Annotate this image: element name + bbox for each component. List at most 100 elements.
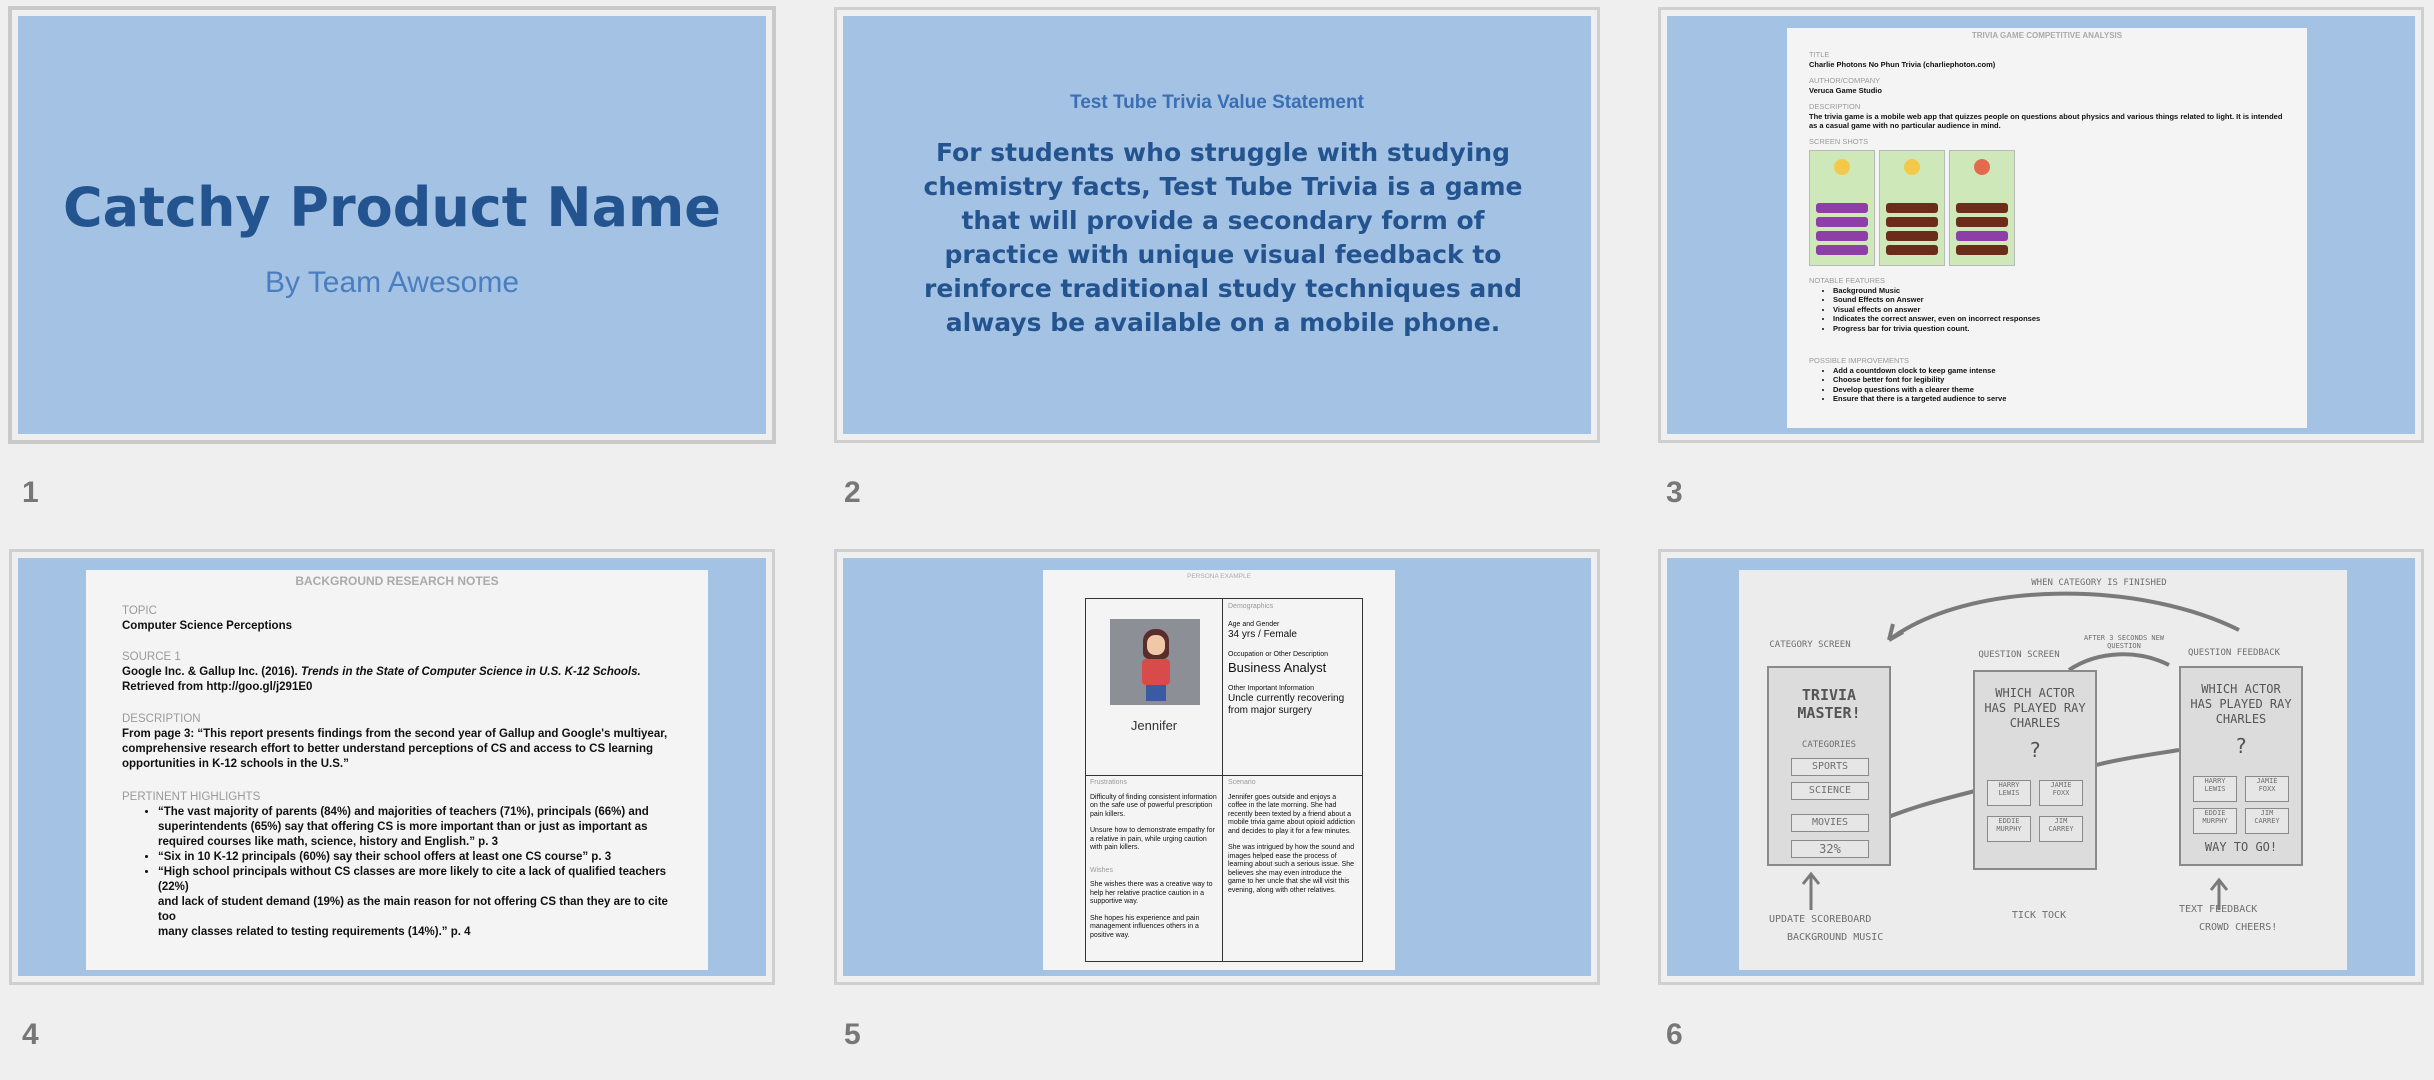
sketch-answer: JAMIE FOXX — [2245, 776, 2289, 802]
field-label: Occupation or Other Description — [1228, 651, 1328, 658]
sun-icon — [1834, 159, 1850, 175]
slide-number-5: 5 — [844, 1018, 861, 1051]
answer-button-image — [1886, 231, 1938, 241]
sketch-label: CATEGORY SCREEN — [1769, 640, 1851, 650]
screenshots-row — [1809, 150, 2029, 266]
sketch-button: SPORTS — [1791, 758, 1869, 776]
list-item: “High school principals without CS class… — [158, 865, 682, 895]
sketch-note: BACKGROUND MUSIC — [1787, 932, 1884, 943]
citation-title: Trends in the State of Computer Science … — [300, 666, 641, 678]
field-label: AUTHOR/COMPANY — [1809, 76, 1881, 85]
sketch-button: SCIENCE — [1791, 782, 1869, 800]
slide-4[interactable]: BACKGROUND RESEARCH NOTES TOPIC Computer… — [9, 549, 775, 985]
doc-title: BACKGROUND RESEARCH NOTES — [295, 574, 499, 588]
list-item: Progress bar for trivia question count. — [1833, 324, 2289, 334]
sketch-answer: EDDIE MURPHY — [1987, 816, 2031, 842]
list-item: Sound Effects on Answer — [1833, 295, 2289, 305]
sketch-question-screen: WHICH ACTOR HAS PLAYED RAY CHARLES ? HAR… — [1973, 670, 2097, 870]
slide-thumbnail-2[interactable]: Test Tube Trivia Value Statement For stu… — [834, 7, 1600, 443]
divider — [1222, 599, 1223, 961]
sketch-answer: HARRY LEWIS — [1987, 780, 2031, 806]
sketch-note: TICK TOCK — [2011, 910, 2067, 921]
slide-thumbnail-6[interactable]: WHEN CATEGORY IS FINISHED CATEGORY SCREE… — [1658, 549, 2424, 985]
field-label: PERTINENT HIGHLIGHTS — [122, 791, 261, 803]
features-list: Background Music Sound Effects on Answer… — [1809, 286, 2289, 334]
screenshot-image — [1949, 150, 2015, 266]
sketch-answer: HARRY LEWIS — [2193, 776, 2237, 802]
sketch-label: QUESTION SCREEN — [1978, 650, 2060, 660]
slide-thumbnail-3[interactable]: TRIVIA GAME COMPETITIVE ANALYSIS TITLE C… — [1658, 7, 2424, 443]
slide-2-title: Test Tube Trivia Value Statement — [1070, 92, 1364, 113]
list-item: Choose better font for legibility — [1833, 375, 2289, 385]
balloon-icon — [1974, 159, 1990, 175]
arrow-head — [1887, 623, 1904, 642]
menu-button-image — [1816, 217, 1868, 227]
field-label: Age and Gender — [1228, 620, 1280, 628]
sketch-answer: JAMIE FOXX — [2039, 780, 2083, 806]
slide-5[interactable]: PERSONA EXAMPLE Jennifer Demographics Ag… — [834, 549, 1600, 985]
doc-title: TRIVIA GAME COMPETITIVE ANALYSIS — [1971, 31, 2123, 40]
slide-1-subtitle: By Team Awesome — [264, 266, 520, 299]
sketch-text: TRIVIA MASTER! — [1797, 686, 1861, 722]
slide-6[interactable]: WHEN CATEGORY IS FINISHED CATEGORY SCREE… — [1658, 549, 2424, 985]
citation-author: Google Inc. & Gallup Inc. (2016). — [122, 666, 298, 678]
arrow-up — [1801, 871, 1821, 910]
sketch-answer: JIM CARREY — [2039, 816, 2083, 842]
list-item: “Six in 10 K-12 principals (60%) say the… — [158, 850, 682, 865]
research-notes-page: BACKGROUND RESEARCH NOTES TOPIC Computer… — [86, 570, 708, 970]
field-label: TITLE — [1809, 50, 1830, 59]
answer-button-image — [1886, 217, 1938, 227]
slide-number-6: 6 — [1666, 1018, 1683, 1051]
answer-button-image — [1886, 245, 1938, 255]
list-item: Visual effects on answer — [1833, 305, 2289, 315]
slide-thumbnail-5[interactable]: PERSONA EXAMPLE Jennifer Demographics Ag… — [834, 549, 1600, 985]
sketch-text: ? — [2234, 734, 2248, 758]
list-item: Develop questions with a clearer theme — [1833, 385, 2289, 395]
list-item-continued: many classes related to testing requirem… — [158, 926, 471, 938]
list-item: “The vast majority of parents (84%) and … — [158, 805, 682, 850]
menu-button-image — [1816, 245, 1868, 255]
sketch-note: UPDATE SCOREBOARD — [1769, 914, 1872, 925]
list-item: Background Music — [1833, 286, 2289, 296]
screenshot-image — [1879, 150, 1945, 266]
field-label: TOPIC — [122, 605, 157, 617]
slide-1[interactable]: Catchy Product Name By Team Awesome — [8, 6, 776, 444]
field-value: The trivia game is a mobile web app that… — [1809, 111, 2283, 131]
section-text: She wishes there was a creative way to h… — [1090, 881, 1213, 905]
menu-button-image — [1816, 231, 1868, 241]
answer-button-image — [1956, 203, 2008, 213]
section-label: Frustrations — [1090, 779, 1127, 786]
slide-sorter-grid: Catchy Product Name By Team Awesome 1 Te… — [0, 0, 2434, 1080]
section-text: Jennifer goes outside and enjoys a coffe… — [1228, 793, 1355, 835]
slide-3[interactable]: TRIVIA GAME COMPETITIVE ANALYSIS TITLE C… — [1658, 7, 2424, 443]
field-label: Other Important Information — [1228, 684, 1314, 692]
divider — [1086, 775, 1362, 776]
section-label: Wishes — [1090, 866, 1113, 874]
citation-url: Retrieved from http://goo.gl/j291E0 — [122, 681, 313, 693]
menu-button-image — [1816, 203, 1868, 213]
field-value: Veruca Game Studio — [1809, 85, 1882, 95]
slide-2-body: For students who struggle with studying … — [923, 138, 1523, 337]
field-label: DESCRIPTION — [122, 713, 201, 725]
avatar-legs — [1146, 685, 1166, 701]
answer-button-image — [1886, 203, 1938, 213]
slide-2[interactable]: Test Tube Trivia Value Statement For stu… — [834, 7, 1600, 443]
persona-name: Jennifer — [1130, 718, 1178, 733]
avatar-body — [1142, 659, 1170, 685]
field-value: Uncle currently recovering from major su… — [1228, 693, 1345, 716]
section-text: She was intrigued by how the sound and i… — [1228, 844, 1355, 894]
competitive-analysis-page: TRIVIA GAME COMPETITIVE ANALYSIS TITLE C… — [1787, 28, 2307, 428]
sketch-note: AFTER 3 SECONDS NEW QUESTION — [2083, 634, 2165, 650]
slide-thumbnail-4[interactable]: BACKGROUND RESEARCH NOTES TOPIC Computer… — [9, 549, 775, 985]
section-label: Demographics — [1228, 603, 1274, 610]
slide-thumbnail-1[interactable]: Catchy Product Name By Team Awesome — [8, 6, 776, 444]
answer-button-image — [1956, 217, 2008, 227]
arrow-curve — [2067, 652, 2170, 672]
field-value: 34 yrs / Female — [1228, 629, 1297, 640]
sketch-progress: 32% — [1791, 840, 1869, 858]
section-label: Scenario — [1228, 779, 1256, 786]
field-label: NOTABLE FEATURES — [1809, 276, 1885, 285]
field-value: Business Analyst — [1228, 659, 1327, 675]
slide-number-2: 2 — [844, 476, 861, 509]
list-item: Ensure that there is a targeted audience… — [1833, 394, 2289, 404]
